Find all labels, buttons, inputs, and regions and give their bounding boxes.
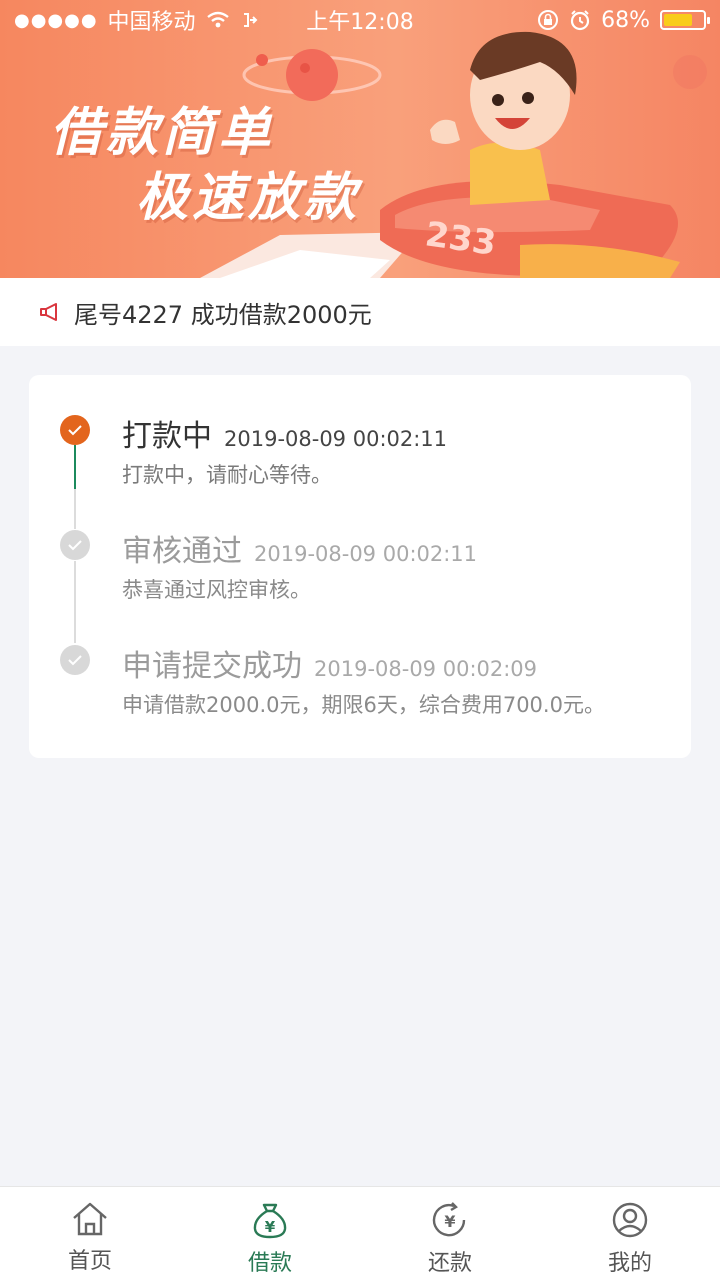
- repay-icon: ¥: [432, 1202, 466, 1237]
- step-time: 2019-08-09 00:02:11: [224, 427, 448, 451]
- user-icon: [612, 1202, 648, 1238]
- step-time: 2019-08-09 00:02:09: [314, 657, 538, 681]
- tab-label: 借款: [247, 1251, 292, 1276]
- rotation-lock-icon: [538, 10, 559, 30]
- megaphone-icon: [40, 303, 57, 321]
- bottom-tab-bar: 首页 ¥ 借款 ¥ 还款 我的: [0, 1186, 720, 1280]
- alarm-icon: [570, 10, 590, 31]
- clock: 上午12:08: [306, 10, 414, 35]
- svg-text:¥: ¥: [444, 1212, 455, 1231]
- battery-icon: [660, 10, 710, 30]
- tab-label: 还款: [427, 1251, 472, 1276]
- step-title: 审核通过: [122, 534, 242, 569]
- step-description: 申请借款2000.0元，期限6天，综合费用700.0元。: [122, 693, 605, 717]
- step-time: 2019-08-09 00:02:11: [254, 542, 478, 566]
- notice-text: 尾号4227 成功借款2000元: [74, 300, 372, 329]
- step-description: 恭喜通过风控审核。: [122, 578, 311, 602]
- status-bar: ●●●●● 中国移动 上午12:08 68%: [0, 0, 720, 40]
- check-circle-icon: [60, 530, 90, 560]
- signal-strength: ●●●●●: [14, 9, 98, 31]
- timeline-connector-active: [74, 445, 76, 489]
- banner-headline-1: 借款简单: [50, 103, 275, 163]
- promo-banner[interactable]: 233 ●●●●● 中国移动 上午12:08 68% 借款简单 极速放款: [0, 0, 720, 278]
- timeline-connector: [74, 489, 76, 529]
- battery-level: [664, 14, 692, 26]
- notice-bar[interactable]: 尾号4227 成功借款2000元: [0, 278, 720, 346]
- tab-label: 首页: [67, 1249, 112, 1274]
- battery-percent: 68%: [601, 7, 650, 33]
- wifi-icon: [206, 11, 229, 28]
- banner-headline-2: 极速放款: [136, 168, 361, 228]
- loan-progress-page: 233 ●●●●● 中国移动 上午12:08 68% 借款简单 极速放款 尾号4…: [0, 0, 720, 1280]
- tab-home[interactable]: 首页: [0, 1187, 180, 1280]
- check-circle-icon: [60, 645, 90, 675]
- money-bag-icon: ¥: [253, 1203, 287, 1239]
- step-description: 打款中，请耐心等待。: [122, 463, 332, 487]
- step-title: 打款中: [122, 419, 212, 454]
- carrier-name: 中国移动: [107, 10, 196, 35]
- check-circle-icon: [60, 415, 90, 445]
- tab-loan[interactable]: ¥ 借款: [180, 1187, 360, 1280]
- tab-repay[interactable]: ¥ 还款: [360, 1187, 540, 1280]
- timeline-connector: [74, 561, 76, 643]
- step-title: 申请提交成功: [122, 649, 302, 684]
- tab-mine[interactable]: 我的: [540, 1187, 720, 1280]
- call-forward-icon: [243, 13, 257, 27]
- svg-text:¥: ¥: [265, 1218, 276, 1236]
- loan-progress-card: 打款中 2019-08-09 00:02:11 打款中，请耐心等待。 审核通过 …: [29, 375, 691, 758]
- tab-label: 我的: [607, 1251, 652, 1276]
- home-icon: [73, 1202, 107, 1236]
